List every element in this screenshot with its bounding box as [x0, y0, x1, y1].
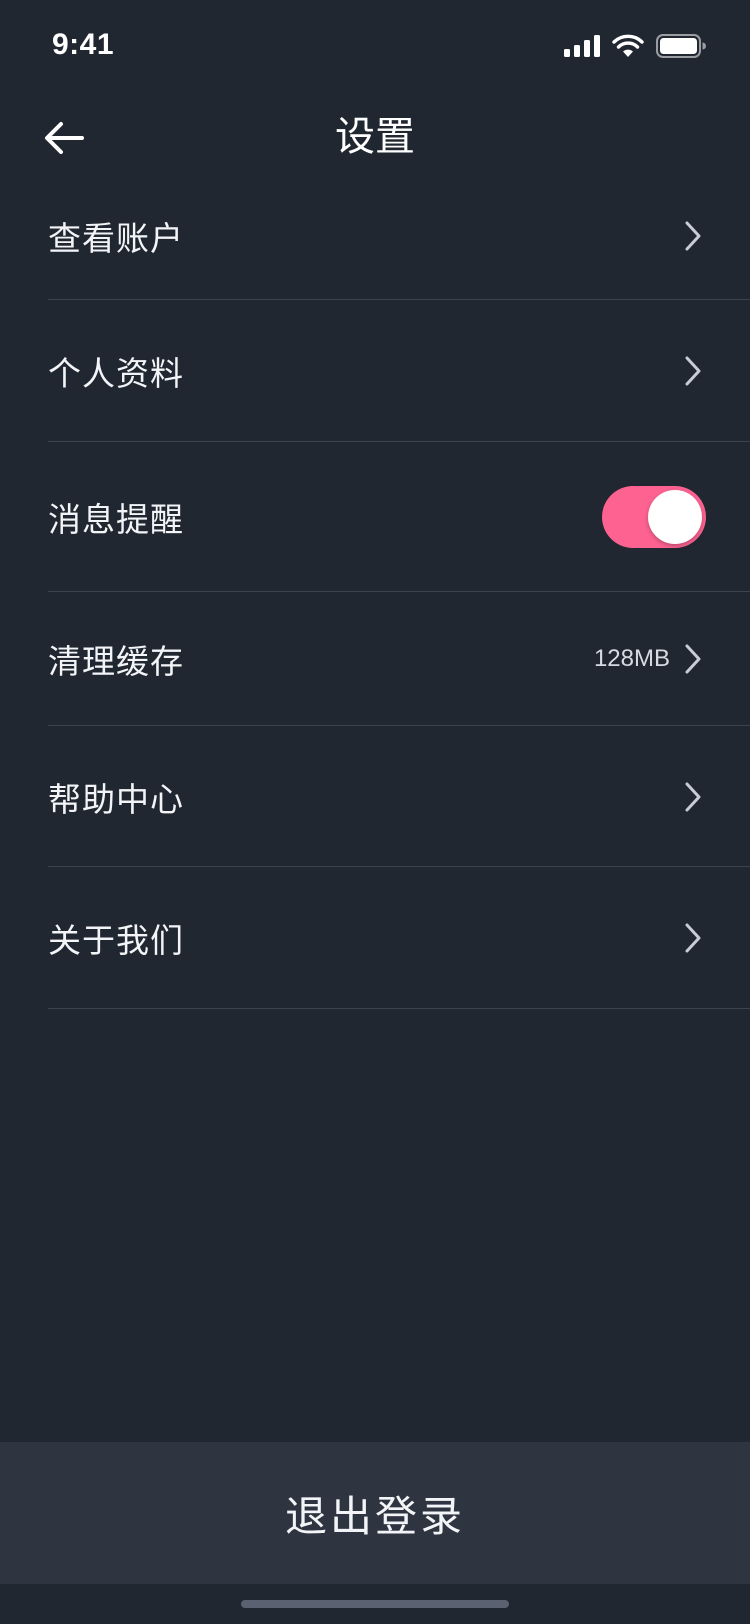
settings-item-right	[680, 921, 706, 955]
settings-item-view-account[interactable]: 查看账户	[0, 172, 750, 300]
chevron-right-icon	[680, 642, 706, 676]
chevron-right-icon	[680, 354, 706, 388]
settings-item-profile[interactable]: 个人资料	[0, 300, 750, 442]
settings-list: 查看账户 个人资料 消息提醒 清理缓存 128MB 帮助中心 关于我们	[0, 172, 750, 1009]
chevron-right-icon	[680, 219, 706, 253]
settings-item-label: 消息提醒	[48, 500, 184, 539]
settings-item-right: 128MB	[594, 642, 706, 676]
settings-item-label: 个人资料	[48, 354, 184, 393]
settings-item-right	[680, 354, 706, 388]
settings-screen: 9:41 设置 查看账户 个人资料 消息提醒 清理缓存 128MB 帮助中心 关…	[0, 0, 750, 1624]
wifi-icon	[612, 34, 644, 62]
logout-label: 退出登录	[284, 1491, 465, 1541]
page-title: 设置	[335, 114, 415, 160]
settings-item-help-center[interactable]: 帮助中心	[0, 726, 750, 867]
logout-button[interactable]: 退出登录	[0, 1442, 750, 1584]
status-time: 9:41	[52, 28, 115, 61]
signal-icon	[564, 35, 600, 61]
notifications-toggle[interactable]	[602, 486, 706, 548]
settings-item-about-us[interactable]: 关于我们	[0, 867, 750, 1009]
settings-item-label: 清理缓存	[48, 642, 184, 681]
status-bar: 9:41	[0, 0, 750, 96]
settings-item-clear-cache[interactable]: 清理缓存 128MB	[0, 592, 750, 726]
settings-item-label: 关于我们	[48, 921, 184, 960]
battery-icon	[656, 34, 706, 62]
home-indicator	[241, 1600, 509, 1608]
chevron-right-icon	[680, 921, 706, 955]
cache-size-value: 128MB	[593, 645, 670, 672]
settings-item-label: 帮助中心	[48, 779, 184, 819]
settings-item-right	[680, 780, 706, 814]
settings-item-right	[602, 486, 706, 548]
toggle-knob	[648, 490, 702, 544]
settings-item-right	[680, 219, 706, 253]
settings-item-notifications: 消息提醒	[0, 442, 750, 592]
settings-item-label: 查看账户	[48, 219, 184, 258]
status-icons	[564, 34, 706, 62]
chevron-right-icon	[680, 780, 706, 814]
